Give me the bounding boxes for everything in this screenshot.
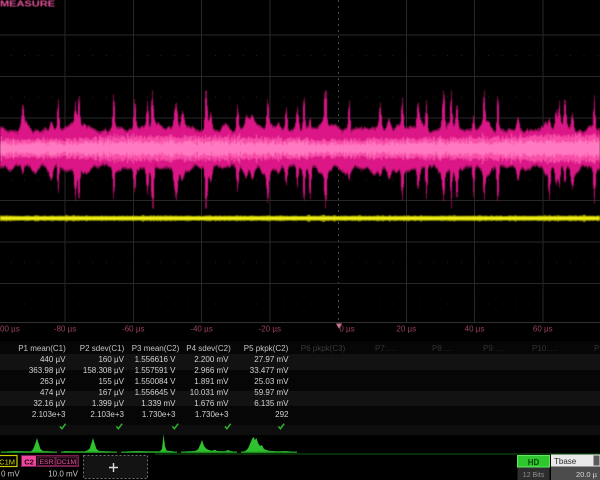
svg-text:160 µV: 160 µV	[98, 355, 124, 364]
svg-text:1.339 mV: 1.339 mV	[141, 399, 176, 408]
svg-text:P9:....: P9:....	[483, 344, 504, 353]
svg-text:2.103e+3: 2.103e+3	[32, 410, 66, 419]
svg-text:1.676 mV: 1.676 mV	[194, 399, 229, 408]
svg-text:-60 µs: -60 µs	[122, 325, 144, 334]
svg-text:158.308 µV: 158.308 µV	[83, 366, 125, 375]
svg-text:0 µs: 0 µs	[339, 325, 354, 334]
svg-text:10.0 mV: 10.0 mV	[48, 470, 78, 479]
svg-text:6.135 mV: 6.135 mV	[254, 399, 289, 408]
svg-text:440 µV: 440 µV	[40, 355, 66, 364]
svg-text:60 µs: 60 µs	[533, 325, 553, 334]
svg-text:P4 sdev(C2): P4 sdev(C2)	[186, 344, 231, 353]
svg-text:59.97 mV: 59.97 mV	[254, 388, 289, 397]
svg-text:20 µs: 20 µs	[396, 325, 416, 334]
svg-text:363.98 µV: 363.98 µV	[29, 366, 66, 375]
svg-text:1.557591 V: 1.557591 V	[135, 366, 177, 375]
svg-text:32.16 µV: 32.16 µV	[33, 399, 66, 408]
svg-text:P7:....: P7:....	[375, 344, 396, 353]
svg-text:1.730e+3: 1.730e+3	[142, 410, 176, 419]
svg-text:263 µV: 263 µV	[40, 377, 66, 386]
svg-text:155 µV: 155 µV	[98, 377, 124, 386]
svg-text:1.556645 V: 1.556645 V	[135, 388, 177, 397]
svg-text:40 µs: 40 µs	[465, 325, 485, 334]
svg-text:-40 µs: -40 µs	[190, 325, 212, 334]
svg-text:1.399 µV: 1.399 µV	[92, 399, 125, 408]
svg-text:292: 292	[275, 410, 289, 419]
svg-text:12 Bits: 12 Bits	[523, 472, 545, 479]
svg-text:1.730e+3: 1.730e+3	[195, 410, 229, 419]
svg-text:P10:....: P10:....	[532, 344, 557, 353]
svg-text:-80 µs: -80 µs	[54, 325, 76, 334]
svg-text:2.966 mV: 2.966 mV	[194, 366, 229, 375]
svg-text:DC1M: DC1M	[57, 459, 77, 466]
svg-text:C1M: C1M	[0, 458, 15, 467]
svg-text:1.891 mV: 1.891 mV	[194, 377, 229, 386]
svg-text:P2 sdev(C1): P2 sdev(C1)	[80, 344, 125, 353]
svg-text:1.550084 V: 1.550084 V	[135, 377, 177, 386]
svg-text:167 µV: 167 µV	[98, 388, 124, 397]
svg-text:27.97 mV: 27.97 mV	[254, 355, 289, 364]
svg-text:P8:....: P8:....	[432, 344, 453, 353]
svg-text:ESR: ESR	[40, 459, 54, 466]
svg-text:MEASURE: MEASURE	[0, 0, 56, 9]
svg-text:P3 mean(C2): P3 mean(C2)	[132, 344, 180, 353]
svg-text:P5 pkpk(C2): P5 pkpk(C2)	[244, 344, 289, 353]
svg-text:00 µs: 00 µs	[0, 325, 20, 334]
svg-text:HD: HD	[528, 458, 540, 467]
svg-text:0 mV: 0 mV	[1, 470, 20, 479]
svg-text:33.477 mV: 33.477 mV	[250, 366, 289, 375]
svg-text:2.200 mV: 2.200 mV	[194, 355, 229, 364]
svg-text:474 µV: 474 µV	[40, 388, 66, 397]
svg-text:P:....: P:....	[594, 344, 600, 353]
svg-text:10.031 mV: 10.031 mV	[190, 388, 229, 397]
svg-text:2.103e+3: 2.103e+3	[90, 410, 124, 419]
svg-text:-20 µs: -20 µs	[259, 325, 281, 334]
svg-text:20.0 µ: 20.0 µ	[576, 470, 598, 479]
svg-text:C2: C2	[24, 458, 34, 467]
svg-text:25.03 mV: 25.03 mV	[254, 377, 289, 386]
svg-text:Tbase: Tbase	[554, 457, 577, 466]
svg-text:1.556616 V: 1.556616 V	[135, 355, 177, 364]
svg-text:P1 mean(C1): P1 mean(C1)	[18, 344, 66, 353]
svg-text:P6 pkpk(C3): P6 pkpk(C3)	[301, 344, 346, 353]
